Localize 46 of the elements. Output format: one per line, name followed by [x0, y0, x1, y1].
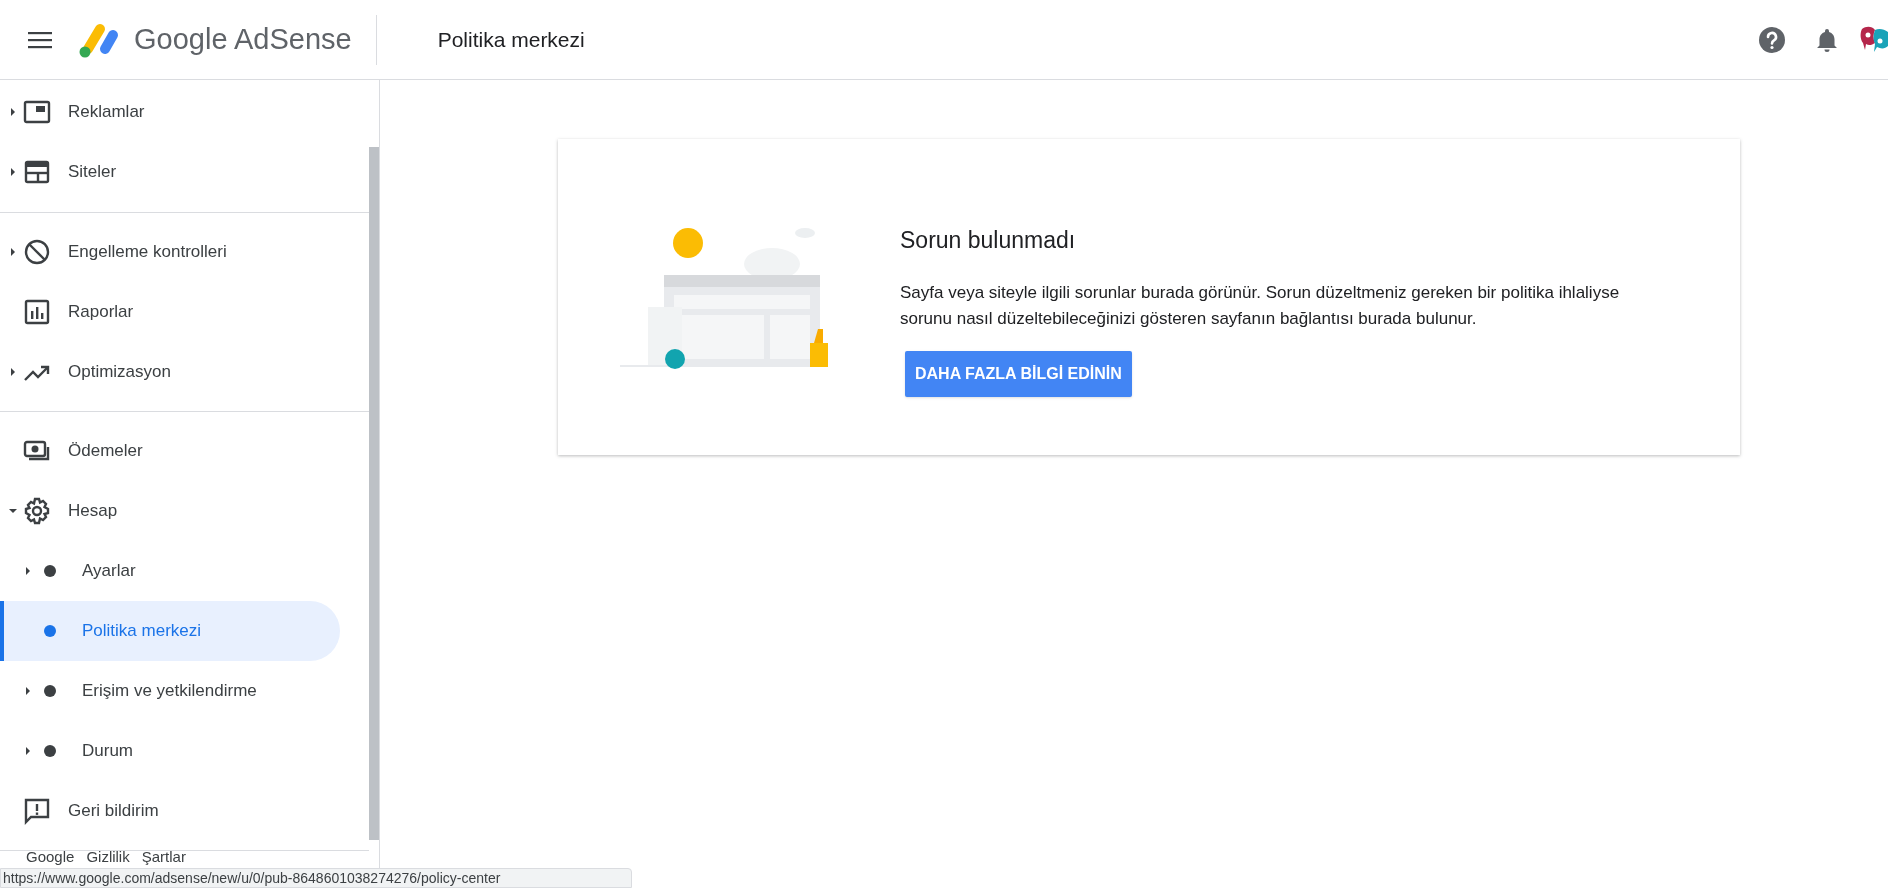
scrollbar[interactable] — [369, 147, 379, 840]
footer-link[interactable]: Gizlilik — [86, 848, 130, 865]
bell-icon — [1816, 26, 1838, 53]
sidebar-subitem[interactable]: Politika merkezi — [82, 618, 202, 644]
card-description: Sayfa veya siteyle ilgili sorunlar burada görünür. Sorun düzeltmeniz gereken bir politika ihlaliyse sorunu nasıl düzeltebileceğinizi gösteren sayfanın bağlantısı burada bulunur. — [900, 281, 1621, 330]
sidebar-item[interactable]: Hesap — [68, 498, 118, 524]
expand-arrow-icon[interactable] — [23, 566, 33, 576]
expand-arrow-icon[interactable] — [8, 107, 18, 117]
menu-icon — [28, 30, 52, 49]
sidebar-subitem[interactable]: Ayarlar — [82, 558, 136, 584]
gear-icon — [23, 497, 51, 525]
footer-link[interactable]: Google — [26, 848, 75, 865]
bullet-icon — [44, 625, 56, 637]
page-title: Politika merkezi — [437, 26, 585, 53]
sidebar-item[interactable]: Engelleme kontrolleri — [68, 239, 227, 265]
expand-arrow-icon[interactable] — [23, 746, 33, 756]
card-title: Sorun bulunmadı — [900, 226, 1076, 255]
learn-more-button[interactable]: DAHA FAZLA BİLGİ EDİNİN — [905, 350, 1132, 397]
sidebar-item[interactable]: Raporlar — [68, 299, 134, 325]
sidebar-subitem[interactable]: Durum — [82, 738, 133, 764]
selected-item-highlight[interactable]: Politika merkezi — [0, 601, 340, 661]
block-icon — [23, 238, 51, 266]
bar-chart-icon — [23, 298, 51, 326]
expand-arrow-icon[interactable] — [8, 367, 18, 377]
feedback-icon — [23, 797, 51, 825]
sidebar-subitem[interactable]: Erişim ve yetkilendirme — [82, 678, 257, 704]
bullet-icon — [44, 745, 56, 757]
help-button[interactable] — [1758, 24, 1788, 55]
ad-frame-icon — [23, 98, 51, 126]
sidebar-item[interactable]: Reklamlar — [68, 99, 145, 125]
layout-icon — [23, 158, 51, 186]
bullet-icon — [44, 565, 56, 577]
logo-icon — [78, 21, 120, 58]
sidebar-item[interactable]: Geri bildirim — [68, 798, 159, 824]
logo-text: Google AdSense — [134, 21, 352, 57]
help-icon — [1758, 25, 1786, 54]
expand-arrow-icon[interactable] — [8, 167, 18, 177]
status-bar-url: https://www.google.com/adsense/new/u/0/pub-8648601038274276/policy-center — [0, 868, 632, 888]
expand-arrow-icon[interactable] — [23, 686, 33, 696]
sidebar-item[interactable]: Optimizasyon — [68, 359, 171, 385]
sidebar-item[interactable]: Ödemeler — [68, 438, 143, 464]
expand-arrow-icon[interactable] — [8, 247, 18, 257]
expand-arrow-icon[interactable] — [8, 506, 18, 516]
bullet-icon — [44, 685, 56, 697]
sidebar-item[interactable]: Siteler — [68, 159, 117, 185]
footer-link[interactable]: Şartlar — [141, 848, 186, 865]
